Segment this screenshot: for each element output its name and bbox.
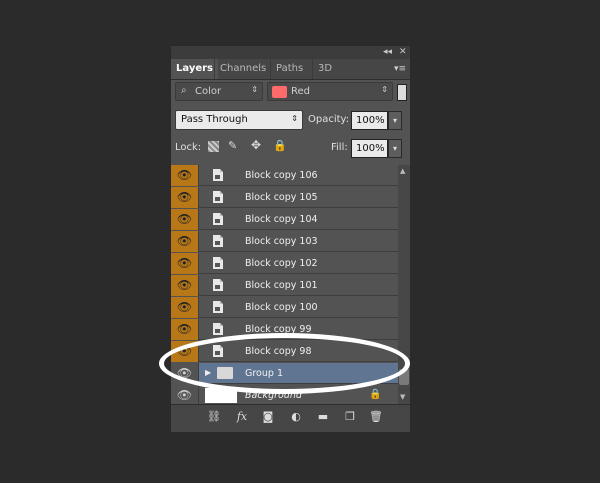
- color-swatch: [272, 86, 287, 98]
- layer-name: Block copy 100: [245, 302, 318, 313]
- link-layers-icon[interactable]: ⛓: [207, 410, 221, 424]
- layer-name: Block copy 99: [245, 324, 312, 335]
- tab-layers[interactable]: Layers: [171, 59, 218, 79]
- scroll-thumb[interactable]: [399, 369, 409, 385]
- collapse-icon[interactable]: ◂◂: [383, 46, 392, 59]
- visibility-eye-icon[interactable]: 👁: [171, 385, 199, 404]
- layer-row[interactable]: 👁 Block copy 105: [171, 187, 398, 208]
- tab-3d[interactable]: 3D: [312, 59, 337, 79]
- scroll-up-icon[interactable]: ▲: [400, 167, 405, 175]
- lock-all-icon[interactable]: 🔒: [273, 139, 287, 152]
- search-icon: ⌕: [181, 85, 187, 96]
- layer-name: Group 1: [245, 368, 283, 379]
- fill-input[interactable]: 100%: [351, 139, 388, 158]
- visibility-eye-icon[interactable]: 👁: [171, 319, 199, 340]
- lock-transparent-pixels-icon[interactable]: [208, 141, 219, 152]
- tab-paths[interactable]: Paths: [270, 59, 308, 79]
- layers-list: 👁 Block copy 106 👁 Block copy 105 👁 Block cop…: [171, 165, 398, 404]
- layer-row[interactable]: 👁 Block copy 99: [171, 319, 398, 340]
- opacity-dropdown-button[interactable]: ▾: [388, 111, 402, 130]
- visibility-eye-icon[interactable]: 👁: [171, 275, 199, 296]
- filter-row: ⌕ Color ⇕ Red ⇕: [171, 80, 410, 104]
- visibility-eye-icon[interactable]: 👁: [171, 363, 199, 384]
- layer-name: Block copy 102: [245, 258, 318, 269]
- lock-label: Lock:: [175, 142, 202, 153]
- smart-object-icon: [211, 212, 225, 226]
- add-mask-icon[interactable]: ◙: [261, 410, 275, 424]
- layer-row[interactable]: 👁 Block copy 104: [171, 209, 398, 230]
- updown-arrows-icon: ⇕: [291, 114, 298, 123]
- trash-icon[interactable]: 🗑: [369, 410, 383, 424]
- visibility-eye-icon[interactable]: 👁: [171, 341, 199, 362]
- layer-name: Block copy 101: [245, 280, 318, 291]
- lock-row: Lock: ✎ ✥ 🔒 Fill: 100% ▾: [171, 136, 410, 160]
- smart-object-icon: [211, 300, 225, 314]
- fx-icon[interactable]: fx: [235, 410, 249, 424]
- layer-row[interactable]: 👁 Block copy 103: [171, 231, 398, 252]
- layer-row[interactable]: 👁 Block copy 98: [171, 341, 398, 362]
- smart-object-icon: [211, 168, 225, 182]
- smart-object-icon: [211, 234, 225, 248]
- filter-kind-label: Color: [195, 86, 222, 97]
- adjustment-layer-icon[interactable]: ◐: [289, 410, 303, 424]
- blend-row: Pass Through ⇕ Opacity: 100% ▾: [171, 108, 410, 132]
- fill-label: Fill:: [331, 142, 348, 153]
- folder-icon: [217, 367, 233, 379]
- blend-mode-select[interactable]: Pass Through ⇕: [175, 110, 303, 130]
- new-layer-icon[interactable]: ❐: [343, 410, 357, 424]
- lock-position-icon[interactable]: ✥: [251, 138, 261, 152]
- lock-image-pixels-icon[interactable]: ✎: [228, 139, 237, 152]
- visibility-eye-icon[interactable]: 👁: [171, 187, 199, 208]
- smart-object-icon: [211, 190, 225, 204]
- layer-row[interactable]: 👁 Block copy 100: [171, 297, 398, 318]
- layer-name: Block copy 106: [245, 170, 318, 181]
- tab-channels[interactable]: Channels: [214, 59, 271, 79]
- updown-arrows-icon: ⇕: [251, 85, 258, 94]
- close-icon[interactable]: ✕: [399, 46, 407, 59]
- new-group-icon[interactable]: ▬: [316, 410, 330, 424]
- filter-color-label: Red: [291, 86, 310, 97]
- filter-color-select[interactable]: Red ⇕: [267, 82, 393, 101]
- tab-bar: Layers Channels Paths 3D ▾≡: [171, 59, 410, 80]
- fill-dropdown-button[interactable]: ▾: [388, 139, 402, 158]
- layer-row[interactable]: 👁 Block copy 101: [171, 275, 398, 296]
- visibility-eye-icon[interactable]: 👁: [171, 297, 199, 318]
- filter-toggle-switch[interactable]: [397, 84, 407, 101]
- panel-menu-icon[interactable]: ▾≡: [394, 59, 406, 79]
- panel-title-strip: ◂◂ ✕: [171, 46, 410, 59]
- smart-object-icon: [211, 344, 225, 358]
- visibility-eye-icon[interactable]: 👁: [171, 165, 199, 186]
- layer-name: Block copy 98: [245, 346, 312, 357]
- layer-thumbnail: [205, 388, 237, 403]
- smart-object-icon: [211, 256, 225, 270]
- smart-object-icon: [211, 322, 225, 336]
- updown-arrows-icon: ⇕: [381, 85, 388, 94]
- opacity-label: Opacity:: [308, 114, 350, 125]
- lock-icon: 🔒: [369, 389, 382, 400]
- layer-name: Block copy 103: [245, 236, 318, 247]
- smart-object-icon: [211, 278, 225, 292]
- layer-row-group[interactable]: 👁 ▶ Group 1: [171, 363, 398, 384]
- layer-name: Background: [245, 390, 302, 401]
- layer-row[interactable]: 👁 Block copy 106: [171, 165, 398, 186]
- layer-row[interactable]: 👁 Block copy 102: [171, 253, 398, 274]
- visibility-eye-icon[interactable]: 👁: [171, 253, 199, 274]
- layers-scrollbar[interactable]: ▲ ▼: [398, 165, 410, 404]
- layer-row[interactable]: 👁 🔒 Background: [171, 385, 398, 404]
- layer-name: Block copy 104: [245, 214, 318, 225]
- visibility-eye-icon[interactable]: 👁: [171, 231, 199, 252]
- layer-name: Block copy 105: [245, 192, 318, 203]
- scroll-down-icon[interactable]: ▼: [400, 393, 405, 401]
- opacity-input[interactable]: 100%: [351, 111, 388, 130]
- filter-kind-select[interactable]: ⌕ Color ⇕: [175, 82, 263, 101]
- expand-triangle-icon[interactable]: ▶: [205, 368, 211, 377]
- blend-mode-label: Pass Through: [181, 114, 248, 125]
- layers-bottom-toolbar: ⛓ fx ◙ ◐ ▬ ❐ 🗑: [171, 404, 410, 432]
- layers-panel: ◂◂ ✕ Layers Channels Paths 3D ▾≡ ⌕ Color…: [170, 45, 411, 432]
- visibility-eye-icon[interactable]: 👁: [171, 209, 199, 230]
